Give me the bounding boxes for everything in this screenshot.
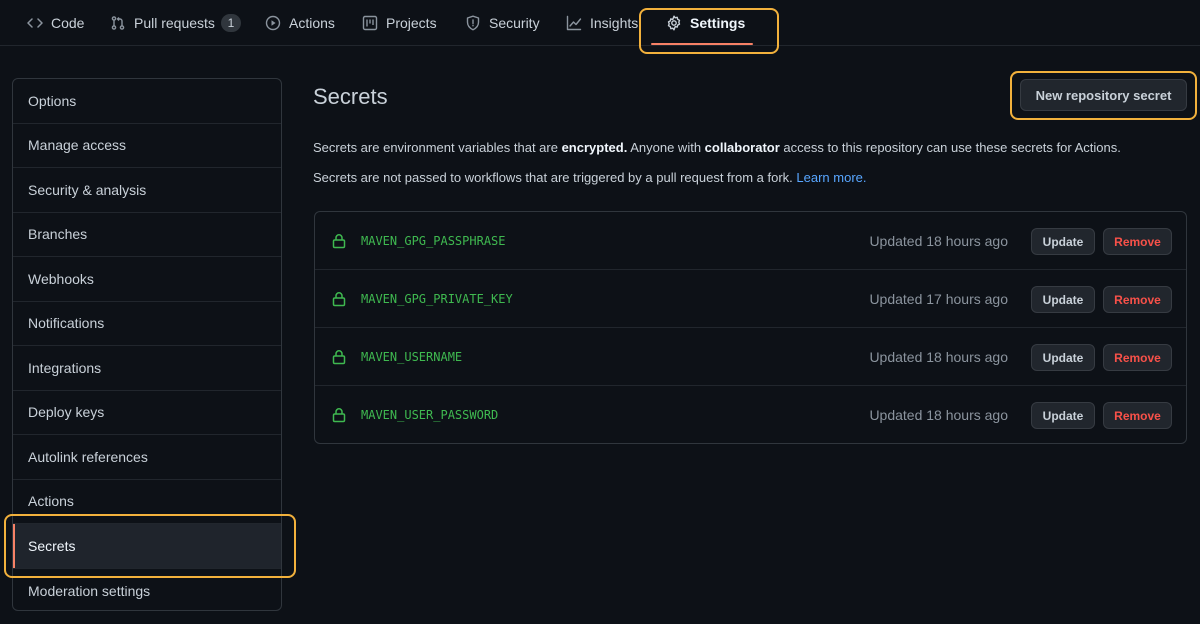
tab-actions[interactable]: Actions	[265, 0, 335, 45]
sidebar-item-label: Webhooks	[28, 270, 94, 287]
sidebar-item-label: Branches	[28, 226, 88, 243]
sidebar-item-label: Secrets	[28, 537, 76, 554]
secret-updated-time: Updated 18 hours ago	[869, 233, 1008, 249]
update-secret-button[interactable]: Update	[1031, 228, 1095, 255]
settings-sidebar: Options Manage access Security & analysi…	[12, 78, 282, 611]
lock-icon	[332, 291, 346, 307]
sidebar-item-notifications[interactable]: Notifications	[13, 302, 281, 346]
sidebar-item-autolink-references[interactable]: Autolink references	[13, 435, 281, 480]
sidebar-item-label: Integrations	[28, 359, 102, 376]
secret-row: MAVEN_USER_PASSWORD Updated 18 hours ago…	[315, 386, 1186, 443]
tab-label: Actions	[289, 14, 335, 31]
secret-updated-time: Updated 18 hours ago	[869, 407, 1008, 423]
tab-label: Projects	[386, 14, 437, 31]
description-bold-collaborator: collaborator	[704, 140, 780, 155]
graph-icon	[566, 15, 582, 31]
sidebar-item-label: Deploy keys	[28, 404, 105, 421]
sidebar-item-label: Actions	[28, 493, 74, 510]
remove-secret-button[interactable]: Remove	[1103, 344, 1172, 371]
tab-label: Code	[51, 14, 85, 31]
code-icon	[27, 15, 43, 31]
description-text: Secrets are not passed to workflows that…	[313, 170, 797, 185]
sidebar-item-moderation-settings[interactable]: Moderation settings	[13, 569, 281, 611]
sidebar-item-label: Autolink references	[28, 448, 148, 465]
remove-secret-button[interactable]: Remove	[1103, 402, 1172, 429]
secret-name: MAVEN_GPG_PASSPHRASE	[361, 234, 506, 248]
shield-icon	[465, 15, 481, 31]
description-bold-encrypted: encrypted.	[561, 140, 628, 155]
update-secret-button[interactable]: Update	[1031, 402, 1095, 429]
tab-insights[interactable]: Insights	[566, 0, 638, 45]
secret-row: MAVEN_GPG_PASSPHRASE Updated 18 hours ag…	[315, 212, 1186, 270]
sidebar-item-webhooks[interactable]: Webhooks	[13, 257, 281, 302]
update-secret-button[interactable]: Update	[1031, 286, 1095, 313]
sidebar-item-label: Notifications	[28, 315, 105, 332]
secret-name: MAVEN_GPG_PRIVATE_KEY	[361, 292, 513, 306]
secret-row: MAVEN_GPG_PRIVATE_KEY Updated 17 hours a…	[315, 270, 1186, 328]
page-title: Secrets	[313, 84, 388, 109]
tab-label: Settings	[690, 14, 746, 31]
lock-icon	[332, 349, 346, 365]
repo-nav: Code Pull requests 1 Actions Projects Se…	[0, 0, 1200, 46]
sidebar-item-branches[interactable]: Branches	[13, 213, 281, 257]
sidebar-item-label: Manage access	[28, 137, 127, 154]
tab-settings[interactable]: Settings	[666, 0, 745, 45]
secrets-description: Secrets are environment variables that a…	[313, 140, 1121, 155]
sidebar-item-label: Options	[28, 92, 77, 109]
tab-label: Insights	[590, 14, 639, 31]
tab-label: Security	[489, 14, 540, 31]
new-repository-secret-button[interactable]: New repository secret	[1020, 79, 1187, 111]
description-text: Secrets are environment variables that a…	[313, 140, 562, 155]
secrets-list: MAVEN_GPG_PASSPHRASE Updated 18 hours ag…	[314, 211, 1187, 444]
sidebar-item-deploy-keys[interactable]: Deploy keys	[13, 391, 281, 435]
tab-code[interactable]: Code	[27, 0, 84, 45]
secret-name: MAVEN_USER_PASSWORD	[361, 408, 499, 422]
remove-secret-button[interactable]: Remove	[1103, 228, 1172, 255]
tab-label: Pull requests	[134, 14, 215, 31]
sidebar-item-actions[interactable]: Actions	[13, 480, 281, 524]
secret-name: MAVEN_USERNAME	[361, 350, 463, 364]
sidebar-item-manage-access[interactable]: Manage access	[13, 124, 281, 168]
sidebar-item-label: Security & analysis	[28, 181, 147, 198]
play-icon	[265, 15, 281, 31]
gear-icon	[666, 15, 682, 31]
update-secret-button[interactable]: Update	[1031, 344, 1095, 371]
tab-security[interactable]: Security	[465, 0, 540, 45]
lock-icon	[332, 407, 346, 423]
sidebar-item-label: Moderation settings	[28, 582, 151, 599]
tab-pull-requests[interactable]: Pull requests 1	[110, 0, 241, 45]
sidebar-item-security-analysis[interactable]: Security & analysis	[13, 168, 281, 213]
description-text: Anyone with	[627, 140, 705, 155]
git-pull-request-icon	[110, 15, 126, 31]
learn-more-link[interactable]: Learn more.	[796, 170, 866, 185]
sidebar-item-secrets[interactable]: Secrets	[13, 524, 281, 569]
secret-updated-time: Updated 17 hours ago	[869, 291, 1008, 307]
lock-icon	[332, 233, 346, 249]
pull-request-count-badge: 1	[220, 13, 241, 32]
secrets-fork-note: Secrets are not passed to workflows that…	[313, 170, 867, 185]
secret-row: MAVEN_USERNAME Updated 18 hours ago Upda…	[315, 328, 1186, 386]
tab-projects[interactable]: Projects	[362, 0, 437, 45]
sidebar-item-integrations[interactable]: Integrations	[13, 346, 281, 391]
remove-secret-button[interactable]: Remove	[1103, 286, 1172, 313]
secret-updated-time: Updated 18 hours ago	[869, 349, 1008, 365]
sidebar-item-options[interactable]: Options	[13, 79, 281, 124]
selected-tab-underline	[651, 43, 753, 45]
description-text: access to this repository can use these …	[779, 140, 1121, 155]
project-icon	[362, 15, 378, 31]
